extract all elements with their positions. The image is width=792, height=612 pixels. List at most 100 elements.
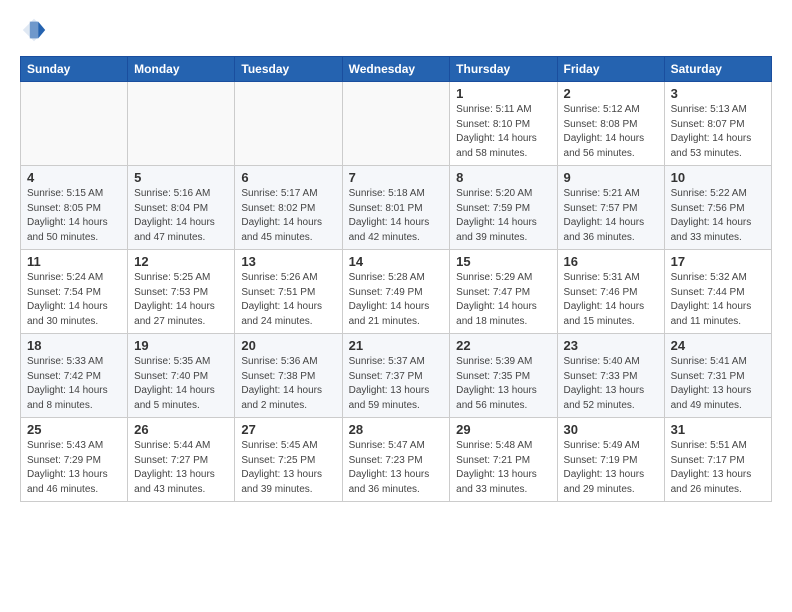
day-info: Sunrise: 5:31 AMSunset: 7:46 PMDaylight:… bbox=[564, 271, 658, 329]
calendar-cell: 30 Sunrise: 5:49 AMSunset: 7:19 PMDayligh… bbox=[557, 418, 664, 502]
calendar-cell: 4 Sunrise: 5:15 AMSunset: 8:05 PMDaylight… bbox=[21, 166, 128, 250]
day-info: Sunrise: 5:12 AMSunset: 8:08 PMDaylight:… bbox=[564, 103, 658, 161]
calendar-cell: 6 Sunrise: 5:17 AMSunset: 8:02 PMDaylight… bbox=[235, 166, 342, 250]
day-info: Sunrise: 5:40 AMSunset: 7:33 PMDaylight:… bbox=[564, 355, 658, 413]
day-info: Sunrise: 5:49 AMSunset: 7:19 PMDaylight:… bbox=[564, 439, 658, 497]
calendar-cell: 12 Sunrise: 5:25 AMSunset: 7:53 PMDayligh… bbox=[128, 250, 235, 334]
day-number: 26 bbox=[134, 422, 228, 437]
day-number: 21 bbox=[349, 338, 444, 353]
weekday-header-sunday: Sunday bbox=[21, 57, 128, 82]
day-number: 25 bbox=[27, 422, 121, 437]
logo bbox=[20, 16, 54, 44]
calendar-cell: 19 Sunrise: 5:35 AMSunset: 7:40 PMDayligh… bbox=[128, 334, 235, 418]
calendar-cell bbox=[342, 82, 450, 166]
day-number: 4 bbox=[27, 170, 121, 185]
calendar-cell: 22Sunrise: 5:39 AMSunset: 7:35 PMDayligh… bbox=[450, 334, 557, 418]
logo-icon bbox=[20, 16, 48, 44]
day-number: 23 bbox=[564, 338, 658, 353]
calendar-cell bbox=[21, 82, 128, 166]
day-info: Sunrise: 5:17 AMSunset: 8:02 PMDaylight:… bbox=[241, 187, 335, 245]
calendar-cell: 27 Sunrise: 5:45 AMSunset: 7:25 PMDayligh… bbox=[235, 418, 342, 502]
calendar-cell: 21 Sunrise: 5:37 AMSunset: 7:37 PMDayligh… bbox=[342, 334, 450, 418]
day-number: 15 bbox=[456, 254, 550, 269]
day-number: 18 bbox=[27, 338, 121, 353]
calendar-cell: 25 Sunrise: 5:43 AMSunset: 7:29 PMDayligh… bbox=[21, 418, 128, 502]
weekday-header-thursday: Thursday bbox=[450, 57, 557, 82]
day-info: Sunrise: 5:37 AMSunset: 7:37 PMDaylight:… bbox=[349, 355, 444, 413]
day-info: Sunrise: 5:41 AMSunset: 7:31 PMDaylight:… bbox=[671, 355, 765, 413]
calendar-cell: 31 Sunrise: 5:51 AMSunset: 7:17 PMDayligh… bbox=[664, 418, 771, 502]
day-number: 27 bbox=[241, 422, 335, 437]
day-number: 16 bbox=[564, 254, 658, 269]
day-info: Sunrise: 5:15 AMSunset: 8:05 PMDaylight:… bbox=[27, 187, 121, 245]
day-number: 29 bbox=[456, 422, 550, 437]
weekday-header-wednesday: Wednesday bbox=[342, 57, 450, 82]
day-number: 8 bbox=[456, 170, 550, 185]
day-info: Sunrise: 5:20 AMSunset: 7:59 PMDaylight:… bbox=[456, 187, 550, 245]
calendar-cell: 14Sunrise: 5:28 AMSunset: 7:49 PMDayligh… bbox=[342, 250, 450, 334]
day-number: 19 bbox=[134, 338, 228, 353]
day-info: Sunrise: 5:47 AMSunset: 7:23 PMDaylight:… bbox=[349, 439, 444, 497]
day-info: Sunrise: 5:44 AMSunset: 7:27 PMDaylight:… bbox=[134, 439, 228, 497]
day-info: Sunrise: 5:26 AMSunset: 7:51 PMDaylight:… bbox=[241, 271, 335, 329]
day-info: Sunrise: 5:35 AMSunset: 7:40 PMDaylight:… bbox=[134, 355, 228, 413]
day-number: 3 bbox=[671, 86, 765, 101]
calendar-cell: 29 Sunrise: 5:48 AMSunset: 7:21 PMDayligh… bbox=[450, 418, 557, 502]
day-info: Sunrise: 5:22 AMSunset: 7:56 PMDaylight:… bbox=[671, 187, 765, 245]
calendar-cell: 13 Sunrise: 5:26 AMSunset: 7:51 PMDayligh… bbox=[235, 250, 342, 334]
calendar-cell: 20 Sunrise: 5:36 AMSunset: 7:38 PMDayligh… bbox=[235, 334, 342, 418]
calendar-cell bbox=[235, 82, 342, 166]
day-info: Sunrise: 5:51 AMSunset: 7:17 PMDaylight:… bbox=[671, 439, 765, 497]
week-row-2: 4 Sunrise: 5:15 AMSunset: 8:05 PMDaylight… bbox=[21, 166, 772, 250]
day-info: Sunrise: 5:48 AMSunset: 7:21 PMDaylight:… bbox=[456, 439, 550, 497]
day-number: 6 bbox=[241, 170, 335, 185]
day-number: 2 bbox=[564, 86, 658, 101]
calendar-cell: 5Sunrise: 5:16 AMSunset: 8:04 PMDaylight… bbox=[128, 166, 235, 250]
day-number: 1 bbox=[456, 86, 550, 101]
week-row-4: 18 Sunrise: 5:33 AMSunset: 7:42 PMDayligh… bbox=[21, 334, 772, 418]
day-info: Sunrise: 5:16 AMSunset: 8:04 PMDaylight:… bbox=[134, 187, 228, 245]
calendar-cell: 26 Sunrise: 5:44 AMSunset: 7:27 PMDayligh… bbox=[128, 418, 235, 502]
day-info: Sunrise: 5:45 AMSunset: 7:25 PMDaylight:… bbox=[241, 439, 335, 497]
day-number: 24 bbox=[671, 338, 765, 353]
day-info: Sunrise: 5:33 AMSunset: 7:42 PMDaylight:… bbox=[27, 355, 121, 413]
week-row-5: 25 Sunrise: 5:43 AMSunset: 7:29 PMDayligh… bbox=[21, 418, 772, 502]
day-info: Sunrise: 5:36 AMSunset: 7:38 PMDaylight:… bbox=[241, 355, 335, 413]
day-number: 12 bbox=[134, 254, 228, 269]
weekday-header-friday: Friday bbox=[557, 57, 664, 82]
day-number: 10 bbox=[671, 170, 765, 185]
day-info: Sunrise: 5:11 AMSunset: 8:10 PMDaylight:… bbox=[456, 103, 550, 161]
page-header bbox=[20, 16, 772, 44]
calendar-cell: 7Sunrise: 5:18 AMSunset: 8:01 PMDaylight… bbox=[342, 166, 450, 250]
weekday-header-saturday: Saturday bbox=[664, 57, 771, 82]
day-number: 31 bbox=[671, 422, 765, 437]
day-info: Sunrise: 5:18 AMSunset: 8:01 PMDaylight:… bbox=[349, 187, 444, 245]
day-info: Sunrise: 5:43 AMSunset: 7:29 PMDaylight:… bbox=[27, 439, 121, 497]
weekday-header-tuesday: Tuesday bbox=[235, 57, 342, 82]
day-number: 20 bbox=[241, 338, 335, 353]
day-number: 9 bbox=[564, 170, 658, 185]
day-number: 28 bbox=[349, 422, 444, 437]
week-row-1: 1 Sunrise: 5:11 AMSunset: 8:10 PMDaylight… bbox=[21, 82, 772, 166]
day-info: Sunrise: 5:21 AMSunset: 7:57 PMDaylight:… bbox=[564, 187, 658, 245]
day-info: Sunrise: 5:32 AMSunset: 7:44 PMDaylight:… bbox=[671, 271, 765, 329]
day-number: 13 bbox=[241, 254, 335, 269]
weekday-header-monday: Monday bbox=[128, 57, 235, 82]
calendar-cell: 11 Sunrise: 5:24 AMSunset: 7:54 PMDayligh… bbox=[21, 250, 128, 334]
day-info: Sunrise: 5:28 AMSunset: 7:49 PMDaylight:… bbox=[349, 271, 444, 329]
day-info: Sunrise: 5:24 AMSunset: 7:54 PMDaylight:… bbox=[27, 271, 121, 329]
calendar-cell: 1 Sunrise: 5:11 AMSunset: 8:10 PMDaylight… bbox=[450, 82, 557, 166]
calendar-cell: 10 Sunrise: 5:22 AMSunset: 7:56 PMDayligh… bbox=[664, 166, 771, 250]
calendar-cell: 9 Sunrise: 5:21 AMSunset: 7:57 PMDaylight… bbox=[557, 166, 664, 250]
calendar-cell: 16 Sunrise: 5:31 AMSunset: 7:46 PMDayligh… bbox=[557, 250, 664, 334]
week-row-3: 11 Sunrise: 5:24 AMSunset: 7:54 PMDayligh… bbox=[21, 250, 772, 334]
weekday-header-row: SundayMondayTuesdayWednesdayThursdayFrid… bbox=[21, 57, 772, 82]
calendar-cell: 28 Sunrise: 5:47 AMSunset: 7:23 PMDayligh… bbox=[342, 418, 450, 502]
day-info: Sunrise: 5:13 AMSunset: 8:07 PMDaylight:… bbox=[671, 103, 765, 161]
day-number: 30 bbox=[564, 422, 658, 437]
day-info: Sunrise: 5:29 AMSunset: 7:47 PMDaylight:… bbox=[456, 271, 550, 329]
day-info: Sunrise: 5:25 AMSunset: 7:53 PMDaylight:… bbox=[134, 271, 228, 329]
day-number: 11 bbox=[27, 254, 121, 269]
calendar-table: SundayMondayTuesdayWednesdayThursdayFrid… bbox=[20, 56, 772, 502]
day-number: 22 bbox=[456, 338, 550, 353]
